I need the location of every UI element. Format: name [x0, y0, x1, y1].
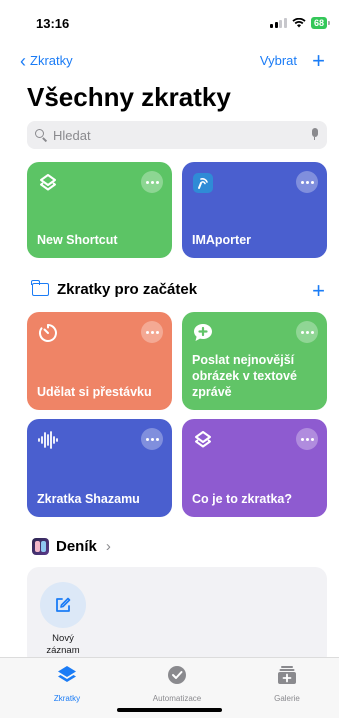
- shortcut-tile-take-a-break[interactable]: Udělat si přestávku: [27, 312, 172, 410]
- journal-section-header[interactable]: Deník ›: [32, 538, 111, 555]
- layers-icon: [40, 174, 56, 191]
- wifi-icon: [292, 18, 306, 28]
- new-entry-label: Nový záznam: [46, 633, 80, 656]
- more-options-button[interactable]: [296, 171, 318, 193]
- back-label: Zkratky: [30, 53, 73, 68]
- gallery-plus-icon: [278, 666, 296, 684]
- more-options-button[interactable]: [296, 428, 318, 450]
- shortcut-tile-imaporter[interactable]: IMAporter: [182, 162, 327, 258]
- status-time: 13:16: [36, 16, 70, 31]
- search-icon: [35, 129, 48, 142]
- waveform-icon: [38, 431, 58, 449]
- shortcut-tile-shazam[interactable]: Zkratka Shazamu: [27, 419, 172, 517]
- starter-section-header: Zkratky pro začátek: [31, 280, 198, 298]
- more-options-button[interactable]: [141, 171, 163, 193]
- shortcut-label: New Shortcut: [37, 233, 118, 247]
- cellular-signal-icon: [270, 18, 287, 28]
- compose-icon: [56, 597, 71, 612]
- shortcut-tile-send-latest-photo[interactable]: Poslat nejnovější obrázek v textové zprá…: [182, 312, 327, 410]
- back-button[interactable]: ‹ Zkratky: [20, 50, 73, 71]
- more-options-button[interactable]: [296, 321, 318, 343]
- shortcut-label: IMAporter: [192, 233, 252, 247]
- shortcut-label: Poslat nejnovější obrázek v textové zprá…: [192, 353, 297, 399]
- home-indicator: [117, 708, 222, 712]
- shortcut-tile-what-is-shortcut[interactable]: Co je to zkratka?: [182, 419, 327, 517]
- tab-gallery[interactable]: Galerie: [232, 664, 339, 703]
- chevron-left-icon: ‹: [20, 50, 26, 71]
- shortcut-label: Zkratka Shazamu: [37, 492, 140, 506]
- shortcuts-icon: [58, 666, 76, 682]
- tab-bar: Zkratky Automatizace Galerie: [0, 657, 339, 718]
- timer-icon: [38, 324, 57, 342]
- shortcut-label: Co je to zkratka?: [192, 492, 293, 506]
- section-title: Zkratky pro začátek: [57, 281, 198, 298]
- chevron-right-icon: ›: [105, 538, 111, 555]
- layers-icon: [195, 431, 211, 448]
- nfc-icon: [193, 173, 213, 193]
- tab-label: Zkratky: [53, 694, 81, 703]
- shortcut-tile-new-shortcut[interactable]: New Shortcut: [27, 162, 172, 258]
- page-title: Všechny zkratky: [27, 82, 231, 112]
- message-plus-icon: [194, 324, 212, 341]
- search-placeholder: Hledat: [53, 127, 91, 143]
- journal-app-icon: [32, 538, 49, 555]
- tab-label: Galerie: [274, 694, 300, 703]
- clock-check-icon: [168, 666, 186, 684]
- new-entry-button[interactable]: [40, 582, 86, 628]
- search-field[interactable]: Hledat: [27, 121, 327, 149]
- shortcut-label: Udělat si přestávku: [37, 385, 152, 399]
- status-indicators: 68: [270, 17, 331, 29]
- status-bar: 13:16 68: [0, 0, 339, 44]
- navigation-bar: ‹ Zkratky Vybrat +: [0, 48, 339, 74]
- microphone-icon[interactable]: [311, 128, 318, 140]
- more-options-button[interactable]: [141, 321, 163, 343]
- battery-indicator: 68: [310, 17, 331, 29]
- add-shortcut-button[interactable]: +: [312, 48, 325, 74]
- add-starter-button[interactable]: +: [312, 278, 325, 304]
- journal-actions-card: Nový záznam: [27, 567, 327, 667]
- tab-shortcuts[interactable]: Zkratky: [12, 664, 122, 703]
- journal-title: Deník: [56, 538, 97, 555]
- tab-automation[interactable]: Automatizace: [122, 664, 232, 703]
- folder-icon: [31, 280, 49, 296]
- tab-label: Automatizace: [152, 694, 202, 703]
- more-options-button[interactable]: [141, 428, 163, 450]
- select-button[interactable]: Vybrat: [260, 53, 297, 68]
